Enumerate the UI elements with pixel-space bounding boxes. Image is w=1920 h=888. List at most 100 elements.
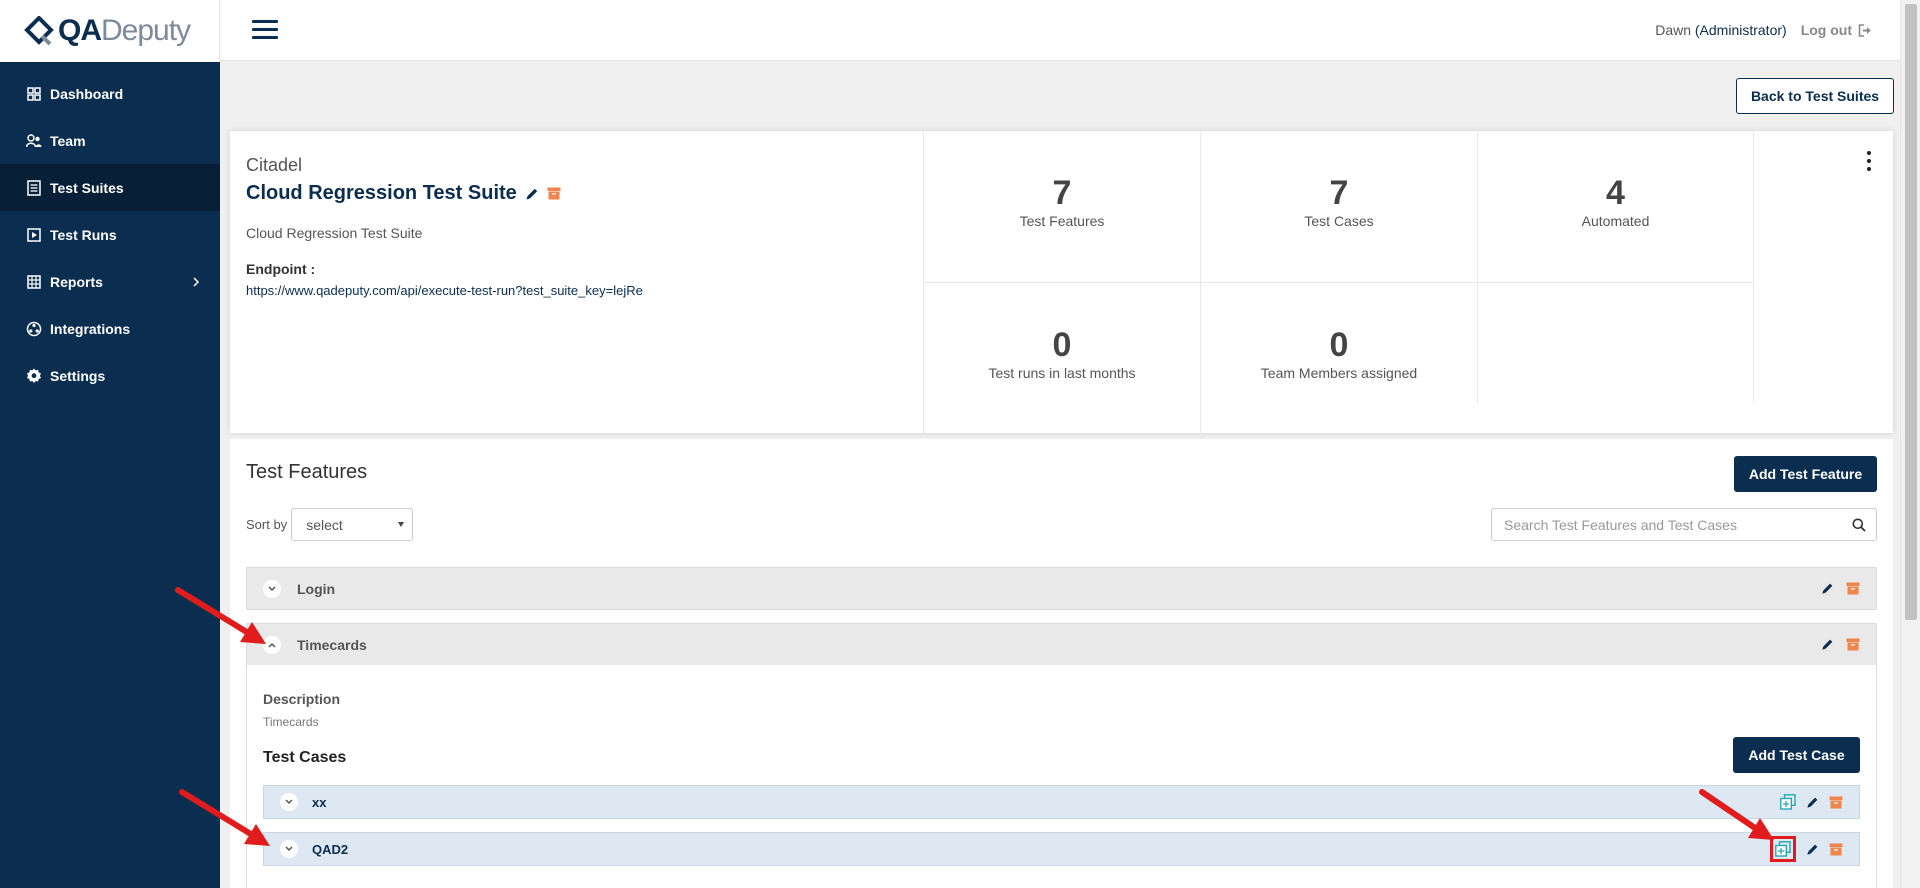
stat-value: 7 (1052, 174, 1072, 212)
page-scrollbar[interactable] (1900, 0, 1920, 888)
stat-label: Automated (1581, 213, 1650, 229)
sidebar-item-label: Test Suites (50, 179, 124, 196)
endpoint-url-link[interactable]: https://www.qadeputy.com/api/execute-tes… (246, 283, 643, 298)
test-features-panel: Test Features Add Test Feature Sort by s… (230, 439, 1893, 888)
search-placeholder: Search Test Features and Test Cases (1504, 516, 1737, 533)
sidebar-item-label: Dashboard (50, 85, 124, 102)
feature-actions (1809, 638, 1860, 651)
stat-label: Team Members assigned (1260, 365, 1418, 381)
back-to-test-suites-button[interactable]: Back to Test Suites (1736, 78, 1894, 114)
description-label: Description (263, 691, 341, 707)
duplicate-icon[interactable] (1770, 836, 1796, 862)
add-test-feature-button[interactable]: Add Test Feature (1734, 456, 1877, 492)
archive-icon[interactable] (1829, 796, 1843, 809)
user-area: Dawn (Administrator) Log out (1655, 22, 1872, 38)
stat-test-features: 7 Test Features (923, 131, 1200, 282)
feature-row-timecards[interactable]: Timecards (246, 623, 1877, 666)
sidebar-item-test-suites[interactable]: Test Suites (0, 164, 220, 211)
stat-label: Test Cases (1304, 213, 1374, 229)
sidebar-item-settings[interactable]: Settings (0, 352, 220, 399)
sidebar-item-label: Settings (50, 367, 106, 384)
user-role: (Administrator) (1694, 22, 1787, 38)
suite-info: Citadel Cloud Regression Test Suite Clou… (246, 155, 643, 298)
user-name: Dawn (1655, 22, 1691, 38)
description-text: Timecards (263, 715, 319, 729)
logo[interactable]: QADeputy (0, 0, 220, 62)
edit-icon[interactable] (1806, 843, 1819, 856)
stat-team-members: 0 Team Members assigned (1200, 282, 1477, 433)
stat-test-cases: 7 Test Cases (1200, 131, 1477, 282)
add-test-case-button[interactable]: Add Test Case (1733, 737, 1860, 773)
archive-icon[interactable] (1846, 638, 1860, 651)
feature-details-timecards: Description Timecards Test Cases Add Tes… (246, 665, 1877, 888)
chevron-up-icon[interactable] (263, 635, 281, 654)
search-input[interactable]: Search Test Features and Test Cases (1491, 508, 1877, 541)
more-options-icon[interactable] (1865, 151, 1873, 171)
suite-name: Cloud Regression Test Suite (246, 182, 517, 204)
logout-label: Log out (1800, 22, 1852, 38)
test-case-name: xx (312, 794, 327, 810)
section-title: Test Features (246, 461, 368, 483)
archive-icon[interactable] (1846, 582, 1860, 595)
search-icon[interactable] (1852, 518, 1866, 532)
logo-text-bold: QA (58, 14, 102, 47)
team-icon (26, 133, 42, 149)
edit-icon[interactable] (1806, 796, 1819, 809)
archive-icon[interactable] (1829, 843, 1843, 856)
suite-client: Citadel (246, 155, 303, 175)
archive-suite-icon[interactable] (547, 187, 561, 200)
sidebar-item-dashboard[interactable]: Dashboard (0, 70, 220, 117)
endpoint-label: Endpoint : (246, 261, 316, 277)
gear-icon (26, 368, 42, 384)
integrations-icon (26, 321, 42, 337)
suite-summary-card: Citadel Cloud Regression Test Suite Clou… (230, 131, 1893, 433)
edit-icon[interactable] (1821, 582, 1834, 595)
stat-value: 0 (1329, 326, 1349, 364)
logo-mark-icon (24, 16, 54, 46)
edit-suite-icon[interactable] (525, 187, 539, 201)
edit-icon[interactable] (1821, 638, 1834, 651)
sidebar-nav: Dashboard Team Test Suites Test Runs Rep… (0, 62, 220, 399)
sidebar-item-team[interactable]: Team (0, 117, 220, 164)
stat-test-runs: 0 Test runs in last months (923, 282, 1200, 433)
test-case-actions (1765, 836, 1843, 862)
sidebar-item-label: Reports (50, 273, 103, 290)
test-case-name: QAD2 (312, 841, 349, 857)
feature-row-login[interactable]: Login (246, 567, 1877, 610)
stat-empty (1477, 282, 1754, 403)
logo-text-light: Deputy (101, 14, 191, 47)
feature-name: Timecards (297, 636, 367, 653)
test-case-actions (1770, 794, 1843, 810)
sidebar-item-test-runs[interactable]: Test Runs (0, 211, 220, 258)
stat-value: 7 (1329, 174, 1349, 212)
sidebar-item-integrations[interactable]: Integrations (0, 305, 220, 352)
sidebar: QADeputy Dashboard Team Test Suites Test… (0, 0, 220, 888)
duplicate-icon[interactable] (1780, 794, 1796, 810)
test-case-row-qad2[interactable]: QAD2 (263, 832, 1860, 866)
chevron-down-icon[interactable] (280, 840, 298, 858)
play-icon (26, 227, 42, 243)
scrollbar-thumb[interactable] (1905, 4, 1917, 620)
menu-toggle-icon[interactable] (252, 20, 278, 40)
chevron-down-icon[interactable] (263, 579, 281, 598)
sort-select-value: select (306, 516, 343, 533)
stat-value: 4 (1606, 174, 1625, 212)
stat-automated: 4 Automated (1477, 131, 1754, 282)
topbar: Dawn (Administrator) Log out (220, 0, 1900, 61)
sidebar-item-reports[interactable]: Reports (0, 258, 220, 305)
test-suites-icon (26, 179, 42, 196)
chevron-down-icon[interactable] (280, 793, 298, 811)
sort-label: Sort by (246, 517, 288, 532)
sidebar-item-label: Integrations (50, 320, 131, 337)
sort-row: Sort by select (246, 508, 414, 541)
suite-description: Cloud Regression Test Suite (246, 225, 423, 241)
caret-down-icon (398, 522, 405, 527)
suite-stats: 7 Test Features 7 Test Cases 4 Automated… (923, 131, 1759, 433)
dashboard-icon (26, 86, 42, 102)
test-case-row-xx[interactable]: xx (263, 785, 1860, 819)
sidebar-item-label: Test Runs (50, 226, 117, 243)
sort-select[interactable]: select (291, 508, 414, 541)
stat-value: 0 (1052, 326, 1072, 364)
feature-name: Login (297, 580, 336, 597)
logout-link[interactable]: Log out (1801, 22, 1872, 38)
